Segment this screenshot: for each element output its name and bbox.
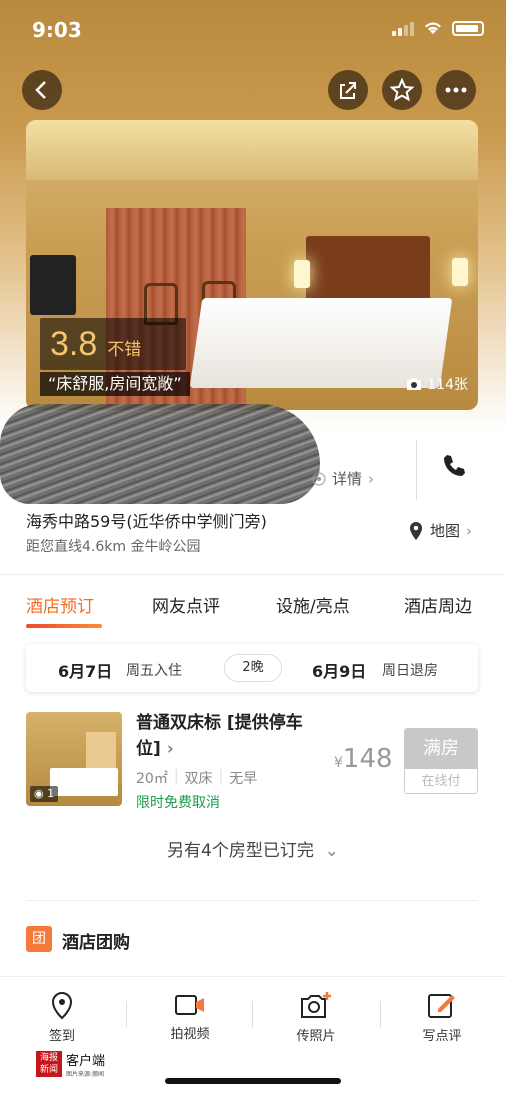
check-out-date: 6月9日 <box>312 662 367 681</box>
chevron-down-icon: ⌄ <box>319 841 339 861</box>
news-app-watermark: 海报新闻 客户端 图片来源:挪闻 <box>36 1050 105 1078</box>
room-photo-count: ◉ 1 <box>30 786 59 802</box>
room-price: ¥148 <box>334 744 393 774</box>
news-logo-sub: 图片来源:挪闻 <box>66 1071 105 1078</box>
rating-badge: 3.8 不错 <box>40 318 186 370</box>
tab-reviews[interactable]: 网友点评 <box>152 592 220 617</box>
hotel-address: 海秀中路59号(近华侨中学侧门旁) <box>26 512 267 531</box>
tab-active-indicator <box>26 624 102 628</box>
room-area: 20㎡ <box>136 771 168 787</box>
battery-icon <box>452 20 484 36</box>
status-icons <box>392 20 484 36</box>
room-status: 满房 <box>405 729 477 769</box>
write-review-button[interactable]: 写点评 <box>402 991 482 1044</box>
review-quote: “床舒服,房间宽敞” <box>40 372 190 396</box>
status-bar: 9:03 <box>0 0 506 60</box>
hotel-distance: 距您直线4.6km 金牛岭公园 <box>26 539 201 555</box>
chevron-right-icon: › <box>160 739 174 759</box>
check-in-label: 周五入住 <box>126 663 182 679</box>
share-button[interactable] <box>328 70 368 110</box>
edit-icon <box>428 994 455 1018</box>
room-pay-type: 在线付 <box>421 774 461 789</box>
tab-nearby[interactable]: 酒店周边 <box>404 592 472 617</box>
camera-icon <box>407 378 422 390</box>
chevron-left-icon <box>35 81 46 99</box>
check-in-date: 6月7日 <box>58 662 113 681</box>
group-buy-icon: 团 <box>26 926 52 952</box>
photo-count-label: 114张 <box>427 377 468 393</box>
room-full-button[interactable]: 满房 在线付 <box>404 728 478 794</box>
room-bed: 双床 <box>184 771 213 787</box>
redacted-hotel-name <box>0 404 320 504</box>
status-time: 9:03 <box>32 18 82 42</box>
detail-link[interactable]: 详情 › <box>312 468 374 489</box>
home-indicator[interactable] <box>165 1078 341 1084</box>
check-out-label: 周日退房 <box>382 663 438 679</box>
camera-plus-icon <box>301 992 331 1018</box>
phone-icon <box>444 455 465 476</box>
checkin-button[interactable]: 签到 <box>22 991 102 1044</box>
date-selector[interactable]: 6月7日 周五入住 2晚 6月9日 周日退房 <box>26 644 478 692</box>
detail-label: 详情 <box>332 470 363 488</box>
tab-facilities[interactable]: 设施/亮点 <box>276 592 350 617</box>
tab-booking[interactable]: 酒店预订 <box>26 592 94 617</box>
map-label: 地图 <box>430 522 461 540</box>
info-circle-icon <box>312 472 326 485</box>
hotel-photo[interactable]: 3.8 不错 “床舒服,房间宽敞” 114张 <box>26 120 478 410</box>
sold-out-toggle[interactable]: 另有4个房型已订完 ⌄ <box>0 836 506 861</box>
more-dots-icon <box>445 87 467 93</box>
phone-button[interactable] <box>440 452 468 480</box>
chevron-right-icon: › <box>368 469 375 488</box>
room-name[interactable]: 普通双床标 [提供停车位] › <box>136 710 326 762</box>
location-pin-icon <box>51 991 73 1020</box>
chevron-right-icon: › <box>466 521 473 540</box>
more-button[interactable] <box>436 70 476 110</box>
upload-photo-button[interactable]: 传照片 <box>276 991 356 1044</box>
record-video-button[interactable]: 拍视频 <box>150 991 230 1042</box>
share-icon <box>340 82 356 99</box>
news-logo-mark: 海报新闻 <box>36 1051 62 1077</box>
signal-icon <box>392 20 414 36</box>
price-currency: ¥ <box>334 755 343 771</box>
wifi-icon <box>425 22 441 34</box>
news-logo-text: 客户端 <box>66 1054 106 1069</box>
nights-badge: 2晚 <box>224 654 282 682</box>
rating-word: 不错 <box>107 340 142 360</box>
tab-bar: 酒店预订 网友点评 设施/亮点 酒店周边 <box>0 580 506 628</box>
map-link[interactable]: 地图 › <box>408 520 472 541</box>
rating-score: 3.8 <box>50 325 98 363</box>
room-thumbnail[interactable]: ◉ 1 <box>26 712 122 806</box>
room-tags: 20㎡ | 双床 | 无早 <box>136 768 258 787</box>
camera-icon: ◉ <box>34 787 44 800</box>
free-cancel-tag: 限时免费取消 <box>136 795 220 811</box>
favorite-button[interactable] <box>382 70 422 110</box>
map-pin-icon <box>410 521 422 540</box>
star-icon <box>390 78 414 102</box>
video-camera-icon <box>175 995 204 1015</box>
price-value: 148 <box>342 744 393 774</box>
room-breakfast: 无早 <box>229 771 258 787</box>
sold-out-text: 另有4个房型已订完 <box>167 841 314 861</box>
back-button[interactable] <box>22 70 62 110</box>
group-buy-title: 酒店团购 <box>62 933 130 953</box>
photo-count[interactable]: 114张 <box>405 372 468 396</box>
